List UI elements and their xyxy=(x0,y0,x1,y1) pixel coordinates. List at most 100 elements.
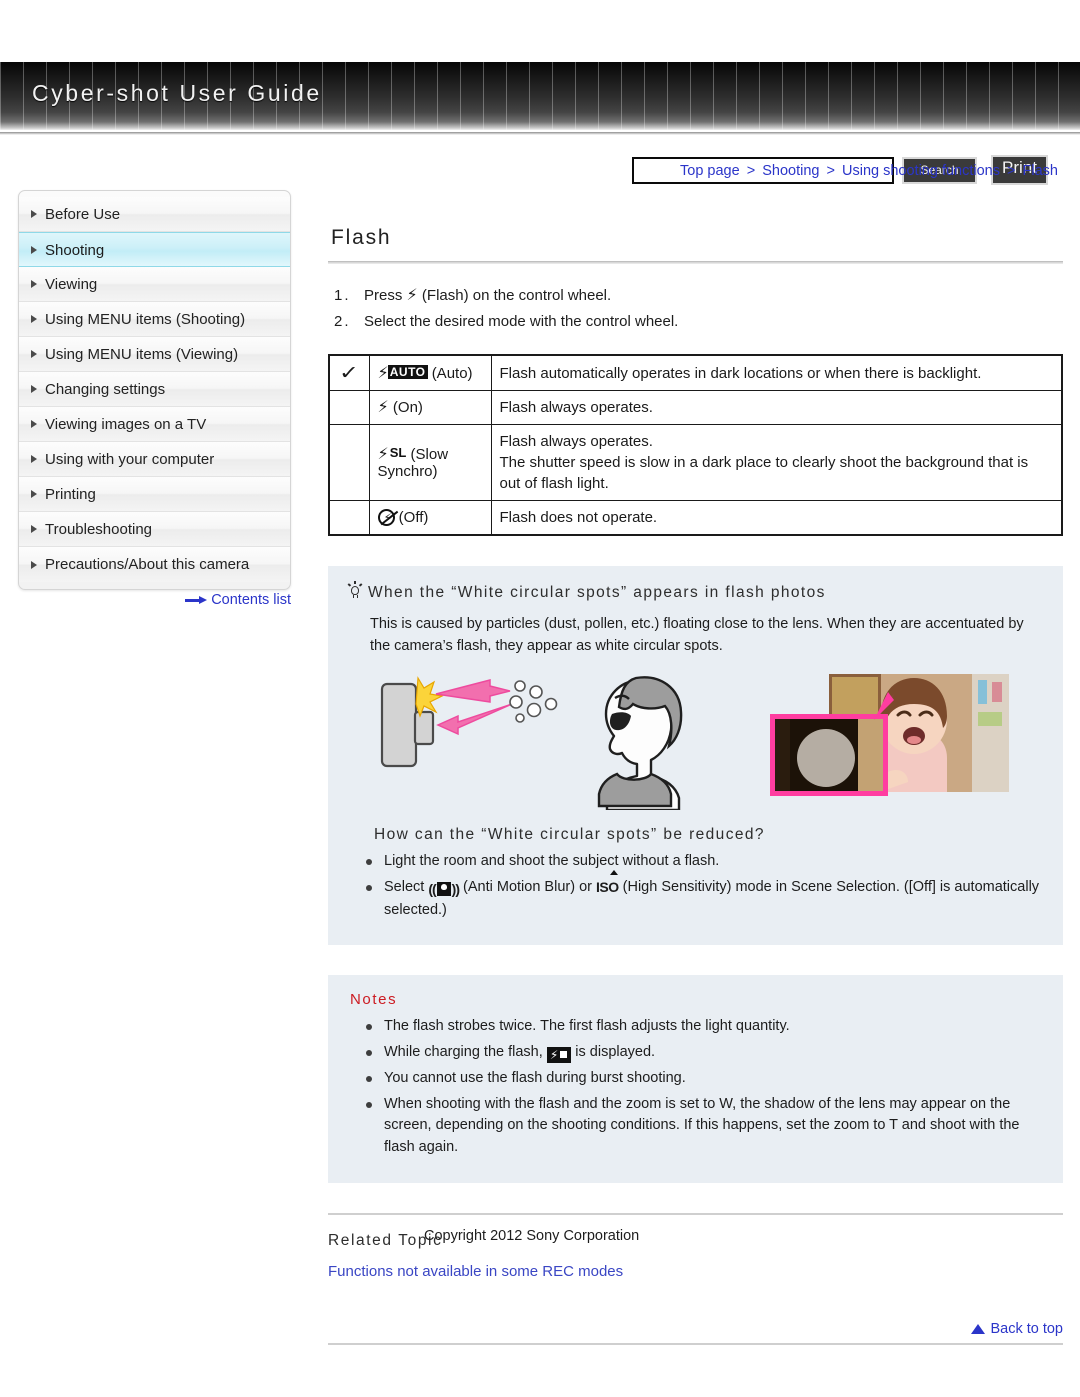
selected-marker-cell xyxy=(328,390,370,425)
main-content: Flash 1. Press ⚡ (Flash) on the control w… xyxy=(328,190,1063,1345)
selected-marker-cell xyxy=(328,424,370,501)
sidebar-item-using-menu-items-shooting[interactable]: Using MENU items (Shooting) xyxy=(19,302,290,337)
step-text-after: (Flash) on the control wheel. xyxy=(421,287,612,304)
chevron-right-icon xyxy=(31,210,37,218)
chevron-right-icon xyxy=(31,385,37,393)
back-to-top-label: Back to top xyxy=(990,1320,1063,1337)
sidebar-item-printing[interactable]: Printing xyxy=(19,477,290,512)
chevron-right-icon xyxy=(31,455,37,463)
sidebar-item-shooting[interactable]: Shooting xyxy=(19,232,290,267)
sidebar-item-troubleshooting[interactable]: Troubleshooting xyxy=(19,512,290,547)
note-text: When shooting with the flash and the zoo… xyxy=(384,1095,1020,1156)
back-to-top-link[interactable]: Back to top xyxy=(328,1321,1063,1337)
site-title: Cyber-shot User Guide xyxy=(32,80,322,106)
sidebar-item-precautions-about-this-camera[interactable]: Precautions/About this camera xyxy=(19,547,290,582)
bullet-text-before: Select xyxy=(384,878,425,895)
flash-auto-icon: ⚡AUTO xyxy=(377,362,428,382)
flash-slow-synchro-icon-label: SL xyxy=(389,445,407,460)
table-row: ⚡ (Off) Flash does not operate. xyxy=(328,500,1063,536)
notes-box: Notes The flash strobes twice. The first… xyxy=(328,975,1063,1183)
breadcrumb-separator: > xyxy=(1007,163,1016,179)
sidebar-item-label: Precautions/About this camera xyxy=(45,556,250,573)
step-2: 2. Select the desired mode with the contr… xyxy=(334,313,1063,330)
sidebar-item-viewing-images-on-a-tv[interactable]: Viewing images on a TV xyxy=(19,407,290,442)
chevron-right-icon xyxy=(31,420,37,428)
mode-cell-off: ⚡ (Off) xyxy=(368,500,492,536)
illustration-svg xyxy=(380,673,1009,812)
breadcrumb-item-using-shooting-functions[interactable]: Using shooting functions xyxy=(842,163,1000,179)
breadcrumb-item-flash[interactable]: Flash xyxy=(1023,163,1058,179)
table-row: ⚡ (On) Flash always operates. xyxy=(328,390,1063,425)
notes-list: The flash strobes twice. The first flash… xyxy=(348,1016,1043,1159)
sidebar-nav: Before Use Shooting Viewing Using MENU i… xyxy=(18,190,291,590)
sidebar-item-using-menu-items-viewing[interactable]: Using MENU items (Viewing) xyxy=(19,337,290,372)
mode-cell-on: ⚡ (On) xyxy=(368,390,492,425)
chevron-right-icon xyxy=(31,490,37,498)
mode-description: Flash always operates. The shutter speed… xyxy=(490,424,1063,501)
step-number: 1. xyxy=(334,287,351,304)
flash-charging-icon: ⚡ xyxy=(546,1047,572,1064)
mode-description: Flash does not operate. xyxy=(490,500,1063,536)
list-item: You cannot use the flash during burst sh… xyxy=(362,1068,1043,1090)
flash-auto-icon-label: AUTO xyxy=(387,364,428,379)
chevron-right-icon xyxy=(31,350,37,358)
bullet-text: Light the room and shoot the subject wit… xyxy=(384,852,720,869)
mode-description: Flash always operates. xyxy=(490,390,1063,425)
sidebar-item-viewing[interactable]: Viewing xyxy=(19,267,290,302)
list-item: The flash strobes twice. The first flash… xyxy=(362,1016,1043,1038)
note-text-after: is displayed. xyxy=(575,1044,656,1061)
white-spots-illustration xyxy=(374,670,1043,812)
mode-label: (Off) xyxy=(398,509,429,526)
tip-bullets: Light the room and shoot the subject wit… xyxy=(348,851,1043,922)
chevron-right-icon xyxy=(31,315,37,323)
sidebar-item-label: Viewing images on a TV xyxy=(45,416,207,433)
notes-title: Notes xyxy=(350,991,398,1009)
step-text: Select the desired mode with the control… xyxy=(364,313,679,330)
title-divider xyxy=(328,261,1063,264)
sidebar-item-using-with-your-computer[interactable]: Using with your computer xyxy=(19,442,290,477)
procedure-steps: 1. Press ⚡ (Flash) on the control wheel. … xyxy=(334,285,1063,331)
table-row: ⚡SL (Slow Synchro) Flash always operates… xyxy=(328,424,1063,501)
note-text: You cannot use the flash during burst sh… xyxy=(384,1069,686,1086)
flash-slow-synchro-icon: ⚡SL xyxy=(377,444,407,463)
tip-subheading: How can the “White circular spots” be re… xyxy=(374,825,765,843)
related-topic-link[interactable]: Functions not available in some REC mode… xyxy=(328,1263,623,1280)
tip-box: When the “White circular spots” appears … xyxy=(328,566,1063,946)
page-title: Flash xyxy=(331,226,392,249)
breadcrumb-item-shooting[interactable]: Shooting xyxy=(762,163,819,179)
sidebar-item-before-use[interactable]: Before Use xyxy=(19,197,290,232)
breadcrumb-item-top-page[interactable]: Top page xyxy=(680,163,740,179)
note-text: The flash strobes twice. The first flash… xyxy=(384,1018,790,1035)
sidebar-item-label: Troubleshooting xyxy=(45,521,153,538)
selected-marker-cell: ✓ xyxy=(328,354,370,391)
tip-body: This is caused by particles (dust, polle… xyxy=(370,616,1024,655)
breadcrumb-separator: > xyxy=(746,163,756,179)
tip-heading: When the “White circular spots” appears … xyxy=(368,584,826,601)
note-text-before: While charging the flash, xyxy=(384,1044,543,1061)
mode-cell-auto: ⚡AUTO (Auto) xyxy=(368,354,492,391)
sidebar-item-label: Viewing xyxy=(45,276,98,293)
related-divider xyxy=(328,1212,1063,1215)
flash-on-icon: ⚡ xyxy=(377,397,389,416)
list-item: Light the room and shoot the subject wit… xyxy=(362,851,1043,873)
contents-list-link[interactable]: Contents list xyxy=(211,592,291,608)
sidebar-item-changing-settings[interactable]: Changing settings xyxy=(19,372,290,407)
footer-divider xyxy=(328,1342,1063,1345)
sidebar-item-label: Before Use xyxy=(45,206,121,223)
list-item: Select (()) (Anti Motion Blur) or ISO (H… xyxy=(362,869,1043,922)
list-item: When shooting with the flash and the zoo… xyxy=(362,1094,1043,1159)
chevron-right-icon xyxy=(31,280,37,288)
sidebar-item-label: Changing settings xyxy=(45,381,166,398)
contents-list-link-wrap: Contents list xyxy=(18,592,291,608)
sidebar-item-label: Shooting xyxy=(45,242,105,259)
chevron-right-icon xyxy=(31,245,37,254)
lightbulb-icon xyxy=(347,581,363,599)
page-root: Cyber-shot User Guide Search Print Top p… xyxy=(0,0,1080,1397)
checkmark-icon: ✓ xyxy=(339,362,360,384)
mode-cell-slow-synchro: ⚡SL (Slow Synchro) xyxy=(368,424,492,501)
flash-bolt-icon: ⚡ xyxy=(406,285,418,304)
site-header: Cyber-shot User Guide Search Print xyxy=(0,62,1080,185)
anti-motion-blur-icon: (()) xyxy=(428,880,460,897)
tip-heading-row: When the “White circular spots” appears … xyxy=(347,581,1043,602)
high-sensitivity-iso-icon: ISO xyxy=(596,869,619,898)
